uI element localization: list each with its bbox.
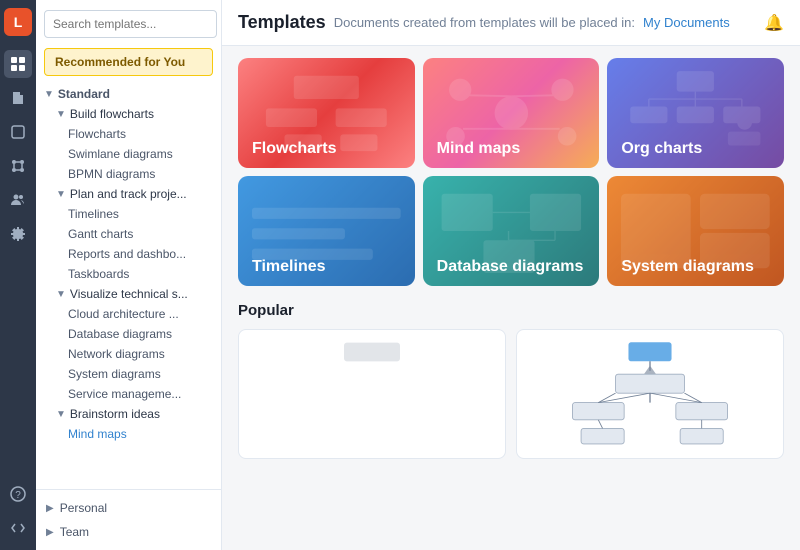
category-timelines[interactable]: Timelines [238,176,415,286]
category-label: System diagrams [621,258,754,276]
popular-section-title: Popular [238,302,784,319]
tree-label: Standard [58,87,110,101]
tree-item-plan-track[interactable]: ▼ Plan and track proje... [36,184,221,204]
nav-settings-icon[interactable] [4,220,32,248]
arrow-icon: ▼ [56,289,66,300]
search-input[interactable] [44,10,217,38]
tree-label: System diagrams [68,367,161,381]
nav-shapes-icon[interactable] [4,118,32,146]
category-label: Mind maps [437,140,521,158]
nav-home-icon[interactable] [4,50,32,78]
tree-item-bpmn[interactable]: BPMN diagrams [36,164,221,184]
category-grid: Flowcharts Mind maps [238,58,784,286]
notification-bell-icon[interactable]: 🔔 [764,13,784,33]
nav-expand-icon[interactable] [4,514,32,542]
nav-help-icon[interactable]: ? [4,480,32,508]
card-preview-1 [239,330,505,458]
category-database[interactable]: Database diagrams [423,176,600,286]
tree-label: BPMN diagrams [68,167,155,181]
tree-item-system[interactable]: System diagrams [36,364,221,384]
tree-label: Swimlane diagrams [68,147,173,161]
category-mindmaps[interactable]: Mind maps [423,58,600,168]
tree-item-visualize-tech[interactable]: ▼ Visualize technical s... [36,284,221,304]
category-orgcharts[interactable]: Org charts [607,58,784,168]
tree-item-service[interactable]: Service manageme... [36,384,221,404]
tree-item-database[interactable]: Database diagrams [36,324,221,344]
tree-label: Mind maps [68,427,127,441]
arrow-icon: ▼ [44,89,54,100]
popular-card-1[interactable] [238,329,506,459]
category-label: Timelines [252,258,326,276]
arrow-icon: ▼ [56,409,66,420]
my-docs-link[interactable]: My Documents [643,15,730,30]
nav-docs-icon[interactable] [4,84,32,112]
sidebar-team[interactable]: ▶ Team [36,520,221,544]
tree-item-standard[interactable]: ▼ Standard [36,84,221,104]
sidebar-tree: ▼ Standard ▼ Build flowcharts Flowcharts… [36,84,221,489]
tree-label: Visualize technical s... [70,287,188,301]
tree-label: Timelines [68,207,119,221]
popular-card-2[interactable] [516,329,784,459]
page-header: Templates Documents created from templat… [222,0,800,46]
category-label: Org charts [621,140,702,158]
tree-item-build-flowcharts[interactable]: ▼ Build flowcharts [36,104,221,124]
arrow-icon: ▼ [56,189,66,200]
tree-label: Plan and track proje... [70,187,187,201]
tree-item-brainstorm[interactable]: ▼ Brainstorm ideas [36,404,221,424]
tree-label: Database diagrams [68,327,172,341]
category-label: Flowcharts [252,140,336,158]
tree-label: Reports and dashbo... [68,247,186,261]
sidebar-personal-label: Personal [60,501,107,515]
tree-item-swimlane[interactable]: Swimlane diagrams [36,144,221,164]
tree-label: Taskboards [68,267,129,281]
tree-item-taskboards[interactable]: Taskboards [36,264,221,284]
sidebar-bottom: ▶ Personal ▶ Team [36,489,221,550]
tree-label: Service manageme... [68,387,181,401]
nav-rail: L ? [0,0,36,550]
sidebar-personal[interactable]: ▶ Personal [36,496,221,520]
tree-item-network[interactable]: Network diagrams [36,344,221,364]
header-subtitle: Documents created from templates will be… [334,15,635,30]
popular-grid [238,329,784,459]
page-title: Templates [238,12,326,33]
search-bar [36,0,221,48]
sidebar: Recommended for You ▼ Standard ▼ Build f… [36,0,222,550]
arrow-icon: ▼ [56,109,66,120]
nav-bottom: ? [4,480,32,542]
recommended-btn[interactable]: Recommended for You [44,48,213,76]
tree-item-flowcharts[interactable]: Flowcharts [36,124,221,144]
category-system[interactable]: System diagrams [607,176,784,286]
card-preview-2 [517,330,783,458]
nav-team-icon[interactable] [4,186,32,214]
template-content: Flowcharts Mind maps [222,46,800,550]
category-label: Database diagrams [437,258,584,276]
tree-label: Gantt charts [68,227,133,241]
tree-label: Brainstorm ideas [70,407,160,421]
logo-letter: L [14,14,23,30]
category-flowcharts[interactable]: Flowcharts [238,58,415,168]
sidebar-team-label: Team [60,525,89,539]
tree-label: Flowcharts [68,127,126,141]
svg-text:?: ? [15,490,21,501]
tree-label: Cloud architecture ... [68,307,179,321]
tree-item-gantt[interactable]: Gantt charts [36,224,221,244]
nav-integrations-icon[interactable] [4,152,32,180]
main-content: Templates Documents created from templat… [222,0,800,550]
tree-label: Network diagrams [68,347,165,361]
tree-item-timelines[interactable]: Timelines [36,204,221,224]
arrow-icon: ▶ [46,503,54,514]
app-logo: L [4,8,32,36]
arrow-icon: ▶ [46,527,54,538]
tree-item-mindmaps[interactable]: Mind maps [36,424,221,444]
tree-label: Build flowcharts [70,107,154,121]
tree-item-reports[interactable]: Reports and dashbo... [36,244,221,264]
tree-item-cloud[interactable]: Cloud architecture ... [36,304,221,324]
